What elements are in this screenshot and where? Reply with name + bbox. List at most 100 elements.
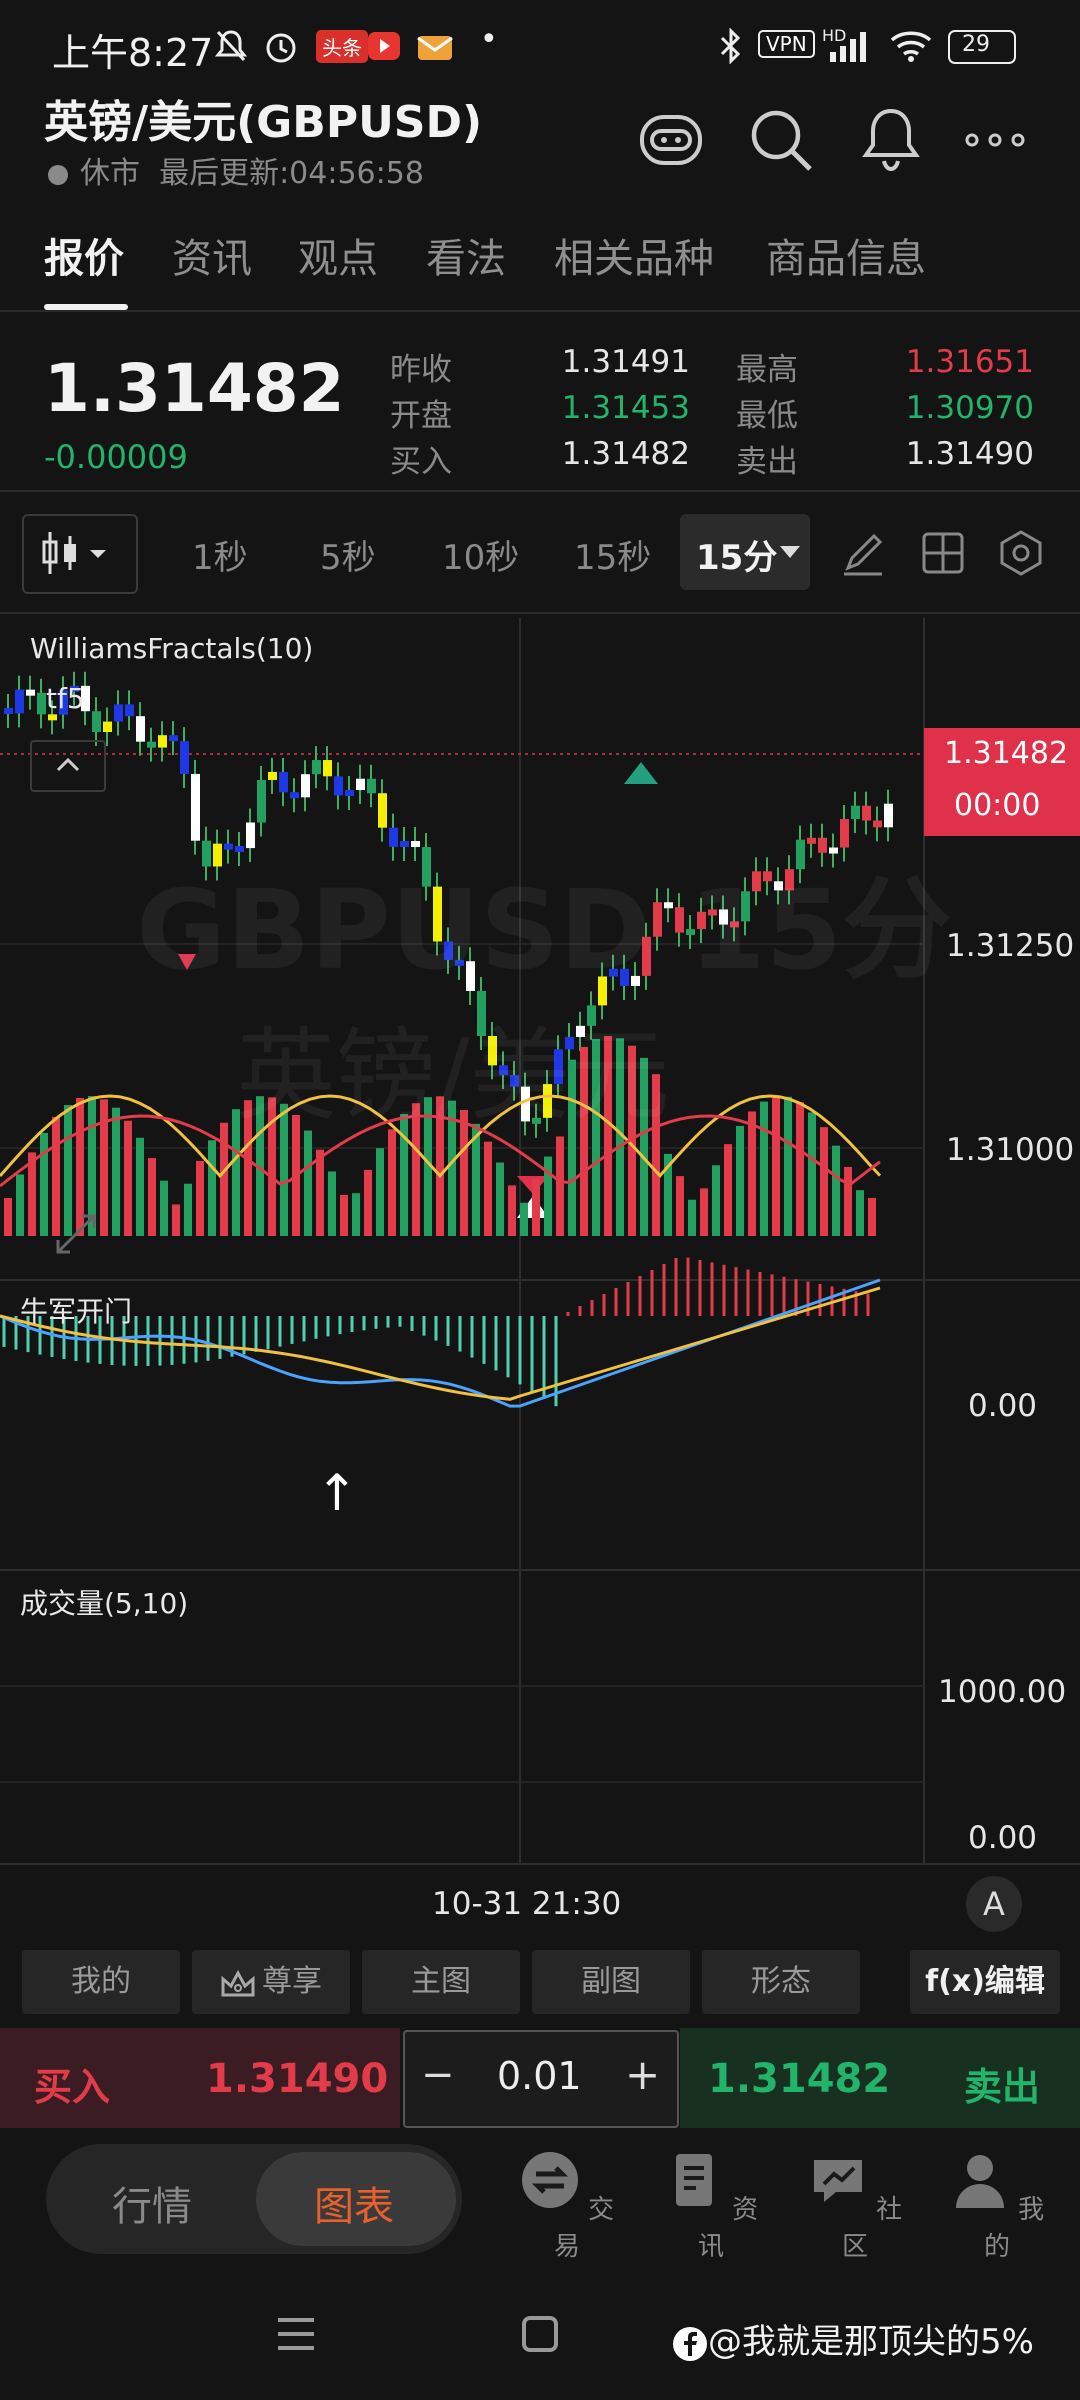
qty-minus-button[interactable]: −	[421, 2052, 455, 2098]
high-label: 最高	[736, 352, 798, 388]
candle-body	[147, 741, 156, 748]
candle-body	[257, 779, 266, 823]
qty-plus-button[interactable]: +	[625, 2050, 660, 2099]
search-icon[interactable]	[746, 105, 816, 175]
nav-profile[interactable]: 我的	[942, 2150, 1052, 2263]
crosshair-time: 10-31 21:30	[432, 1886, 622, 1922]
tab-view[interactable]: 看法	[426, 226, 506, 284]
interval-1s[interactable]: 1秒	[192, 530, 248, 579]
interval-selected[interactable]: 15分	[680, 514, 810, 590]
volume-bar	[160, 1180, 168, 1236]
tool-premium[interactable]: 尊享	[192, 1950, 350, 2014]
high-value: 1.31651	[905, 344, 1034, 380]
volume-bar	[784, 1096, 792, 1236]
vpn-badge: VPN	[758, 30, 815, 58]
last-price: 1.31482	[44, 350, 345, 427]
candle-body	[334, 776, 343, 796]
volume-bar	[736, 1125, 744, 1236]
chevron-down-icon	[780, 546, 800, 558]
interval-10s[interactable]: 10秒	[442, 530, 519, 579]
price-change: -0.00009	[44, 438, 188, 476]
market-status: 休市 最后更新:04:56:58	[48, 148, 424, 192]
candle-body	[125, 704, 134, 717]
tool-pattern[interactable]: 形态	[702, 1950, 860, 2014]
candle-body	[158, 735, 167, 748]
nav-news[interactable]: 资讯	[656, 2150, 766, 2263]
candle-body	[884, 803, 893, 828]
tool-main-chart[interactable]: 主图	[362, 1950, 520, 2014]
low-label: 最低	[736, 398, 798, 434]
quantity-stepper[interactable]: − 0.01 +	[403, 2030, 679, 2128]
candle-body	[301, 774, 310, 798]
candle-body	[103, 721, 112, 732]
tab-quote[interactable]: 报价	[44, 226, 124, 284]
interval-5s[interactable]: 5秒	[320, 530, 376, 579]
volume-bar	[832, 1145, 840, 1236]
auto-scale-button[interactable]: A	[966, 1876, 1022, 1932]
volume-bar	[532, 1179, 540, 1236]
tab-info[interactable]: 商品信息	[766, 226, 926, 284]
page-title: 英镑/美元(GBPUSD)	[44, 97, 483, 148]
volume-bar	[40, 1132, 48, 1236]
volume-bar	[352, 1193, 360, 1236]
alarm-icon	[266, 33, 296, 63]
last-update: 最后更新:04:56:58	[159, 156, 424, 191]
timeframe-label: tf5	[46, 682, 85, 715]
open-label: 开盘	[390, 398, 452, 434]
toutiao-badge: 头条	[316, 30, 368, 63]
menu-icon[interactable]	[274, 2314, 318, 2354]
candle-body	[92, 711, 101, 732]
oscillator-label: 牛军开门	[20, 1295, 133, 1328]
toggle-chart[interactable]: 图表	[314, 2174, 394, 2232]
draw-tool-icon[interactable]	[838, 528, 888, 578]
candle-body	[268, 771, 277, 780]
tool-formula-edit[interactable]: f(x)编辑	[910, 1950, 1060, 2014]
facebook-icon	[673, 2326, 707, 2361]
divider	[0, 310, 1080, 312]
toggle-market[interactable]: 行情	[112, 2174, 192, 2232]
chart-area[interactable]	[0, 618, 1080, 1868]
volume-bar	[316, 1149, 324, 1236]
bluetooth-icon	[720, 28, 741, 64]
candlestick-icon	[42, 532, 106, 574]
volume-bar	[556, 1136, 564, 1236]
home-icon[interactable]	[520, 2314, 560, 2354]
robot-assistant-icon[interactable]	[636, 105, 706, 175]
interval-15s[interactable]: 15秒	[574, 530, 651, 579]
buy-button[interactable]: 买入 1.31490	[0, 2028, 400, 2128]
tab-related[interactable]: 相关品种	[554, 226, 714, 284]
candle-body	[180, 741, 189, 774]
collapse-button[interactable]	[30, 740, 106, 792]
bell-icon[interactable]	[856, 105, 926, 175]
market-status-text: 休市	[80, 156, 140, 191]
ask-label: 卖出	[736, 444, 798, 480]
volume-bar	[376, 1148, 384, 1236]
tool-mine[interactable]: 我的	[22, 1950, 180, 2014]
qty-value[interactable]: 0.01	[497, 2054, 582, 2098]
sell-price: 1.31482	[708, 2056, 891, 2102]
volume-bar	[820, 1127, 828, 1236]
battery-icon: 29	[948, 30, 1016, 64]
candle-body	[279, 771, 288, 793]
tab-news[interactable]: 资讯	[172, 226, 252, 284]
candle-body	[114, 704, 123, 722]
candle-body	[26, 689, 35, 696]
settings-icon[interactable]	[996, 528, 1046, 578]
price-tick: 1.31250	[946, 928, 1075, 964]
more-icon[interactable]	[960, 105, 1030, 175]
nav-trade[interactable]: 交易	[512, 2150, 622, 2263]
expand-icon[interactable]	[54, 1212, 98, 1256]
tool-sub-chart[interactable]: 副图	[532, 1950, 690, 2014]
more-dot: •	[480, 22, 498, 57]
layout-grid-icon[interactable]	[918, 528, 968, 578]
volume-bar	[844, 1166, 852, 1236]
tab-opinion[interactable]: 观点	[298, 226, 378, 284]
sell-button[interactable]: 1.31482 卖出	[680, 2028, 1080, 2128]
volume-bar	[496, 1162, 504, 1236]
mail-app-icon	[417, 36, 453, 60]
nav-community[interactable]: 社区	[800, 2150, 910, 2263]
candle-body	[290, 792, 299, 799]
ask-value: 1.31490	[905, 436, 1034, 472]
chart-type-selector[interactable]	[22, 514, 138, 594]
price-chart-svg[interactable]	[0, 618, 1080, 1868]
